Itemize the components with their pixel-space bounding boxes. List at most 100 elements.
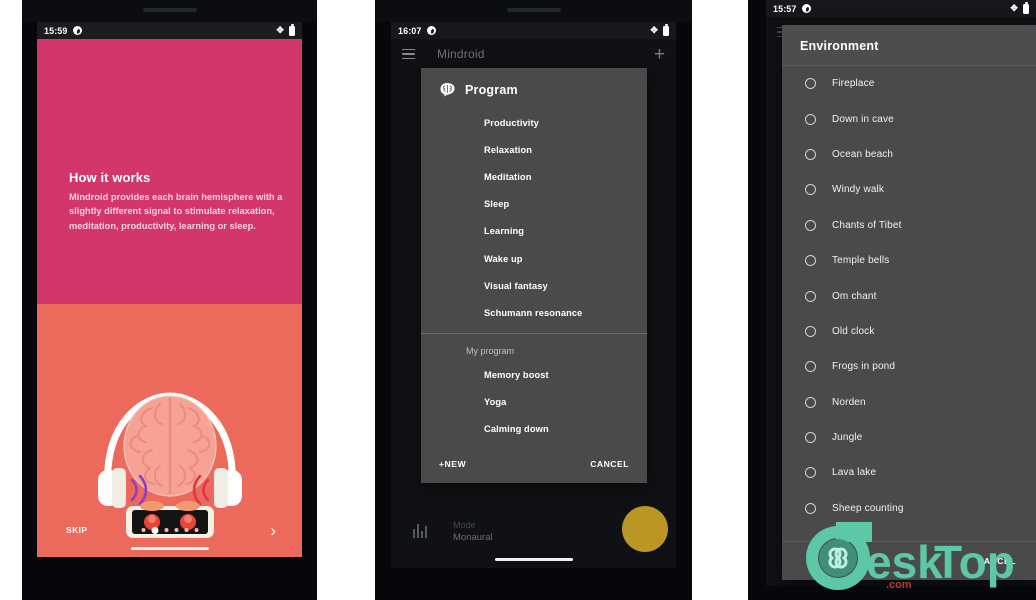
- radio-icon[interactable]: [805, 219, 816, 231]
- program-item-wake-up[interactable]: Wake up: [421, 245, 647, 272]
- program-dialog: Program Productivity Relaxation Meditati…: [421, 68, 647, 484]
- program-dialog-title: Program: [465, 82, 518, 97]
- environment-option-old-clock[interactable]: Old clock: [782, 314, 1036, 349]
- environment-option-ocean-beach[interactable]: Ocean beach: [782, 137, 1036, 172]
- phone-program-dialog: 16:07 ✥ Mindroid + Mode Monaural Program…: [375, 0, 692, 600]
- status-right: ✥: [650, 24, 669, 36]
- program-item-productivity[interactable]: Productivity: [421, 109, 647, 136]
- environment-option-lava-lake[interactable]: Lava lake: [782, 455, 1036, 490]
- hamburger-icon[interactable]: [402, 48, 415, 60]
- do-not-disturb-icon: [426, 26, 436, 35]
- phone3-screen: 15:57 ✥ + Environment: [766, 0, 1036, 586]
- page-dot[interactable]: [174, 528, 178, 532]
- phone-environment-dialog: 15:57 ✥ + Environment: [748, 0, 1036, 600]
- radio-icon[interactable]: [805, 255, 816, 267]
- skip-button[interactable]: SKIP: [66, 525, 87, 535]
- option-label: Chants of Tibet: [832, 219, 902, 231]
- phone3-status-bar: 15:57 ✥: [766, 0, 1036, 17]
- play-fab-button[interactable]: [622, 506, 668, 552]
- my-program-section-label: My program: [466, 345, 515, 356]
- option-label: Fireplace: [832, 78, 875, 90]
- home-indicator: [130, 547, 209, 550]
- program-item-relaxation[interactable]: Relaxation: [421, 136, 647, 163]
- environment-option-frogs-in-pond[interactable]: Frogs in pond: [782, 349, 1036, 384]
- radio-icon[interactable]: [805, 325, 816, 337]
- bluetooth-icon: ✥: [1010, 3, 1018, 13]
- cancel-button[interactable]: CANCEL: [590, 459, 629, 469]
- earpiece-speaker: [506, 8, 561, 12]
- environment-dialog-title: Environment: [782, 25, 1036, 66]
- environment-dialog: Environment Fireplace Down in cave Ocean…: [782, 25, 1036, 580]
- radio-icon[interactable]: [805, 113, 816, 125]
- program-item-meditation[interactable]: Meditation: [421, 163, 647, 190]
- environment-option-sheep-counting[interactable]: Sheep counting: [782, 491, 1036, 526]
- option-label: Down in cave: [832, 113, 894, 125]
- cancel-button[interactable]: CANCEL: [977, 556, 1016, 566]
- status-left: 16:07: [398, 26, 436, 36]
- program-list: Productivity Relaxation Meditation Sleep…: [421, 109, 647, 327]
- battery-icon: [1023, 2, 1029, 14]
- radio-icon[interactable]: [805, 502, 816, 514]
- phone2-status-bar: 16:07 ✥: [391, 22, 676, 39]
- environment-option-temple-bells[interactable]: Temple bells: [782, 243, 1036, 278]
- environment-option-down-in-cave[interactable]: Down in cave: [782, 101, 1036, 136]
- option-label: Norden: [832, 396, 866, 408]
- earpiece-speaker: [142, 8, 197, 12]
- radio-icon[interactable]: [805, 467, 816, 479]
- environment-option-fireplace[interactable]: Fireplace: [782, 66, 1036, 101]
- next-chevron-icon[interactable]: ›: [270, 522, 276, 539]
- environment-option-norden[interactable]: Norden: [782, 385, 1036, 420]
- program-item-learning[interactable]: Learning: [421, 218, 647, 245]
- environment-option-om-chant[interactable]: Om chant: [782, 278, 1036, 313]
- onboarding-footer: SKIP ›: [37, 519, 302, 541]
- radio-icon[interactable]: [805, 290, 816, 302]
- radio-icon[interactable]: [805, 396, 816, 408]
- battery-icon: [663, 24, 669, 36]
- phone2-bezel: [375, 0, 692, 22]
- bluetooth-icon: ✥: [650, 25, 658, 35]
- bluetooth-icon: ✥: [276, 25, 284, 35]
- my-program-item-calming-down[interactable]: Calming down: [421, 416, 647, 443]
- app-title: Mindroid: [437, 47, 485, 61]
- equalizer-icon: [413, 522, 427, 538]
- new-program-button[interactable]: +NEW: [439, 459, 466, 469]
- mode-value: Monaural: [453, 532, 493, 543]
- radio-icon[interactable]: [805, 78, 816, 90]
- page-dot-active[interactable]: [151, 526, 158, 534]
- program-item-sleep[interactable]: Sleep: [421, 191, 647, 218]
- brain-icon: [440, 83, 455, 97]
- environment-list: Fireplace Down in cave Ocean beach Windy…: [782, 66, 1036, 541]
- page-dot[interactable]: [194, 528, 198, 532]
- page-dot[interactable]: [184, 528, 188, 532]
- radio-icon[interactable]: [805, 361, 816, 373]
- environment-option-windy-walk[interactable]: Windy walk: [782, 172, 1036, 207]
- option-label: Lava lake: [832, 467, 877, 479]
- radio-icon[interactable]: [805, 148, 816, 160]
- page-dot[interactable]: [164, 528, 168, 532]
- option-label: Frogs in pond: [832, 361, 896, 373]
- onboarding-body: Mindroid provides each brain hemisphere …: [69, 192, 283, 231]
- page-dot[interactable]: [141, 528, 145, 532]
- phone1-status-bar: 15:59 ✥: [37, 22, 302, 39]
- page-indicator-dots: [141, 526, 198, 534]
- status-left: 15:57: [773, 4, 811, 14]
- option-label: Windy walk: [832, 184, 885, 196]
- phone1-screen: 15:59 ✥ How it works Mindroid provides e…: [37, 22, 302, 557]
- plus-icon[interactable]: +: [654, 45, 665, 64]
- phone1-bezel: [22, 0, 317, 22]
- my-program-item-yoga[interactable]: Yoga: [421, 389, 647, 416]
- program-item-schumann-resonance[interactable]: Schumann resonance: [421, 299, 647, 326]
- environment-option-jungle[interactable]: Jungle: [782, 420, 1036, 455]
- option-label: Temple bells: [832, 255, 890, 267]
- status-time: 15:57: [773, 3, 797, 14]
- radio-icon[interactable]: [805, 184, 816, 196]
- option-label: Om chant: [832, 290, 877, 302]
- brain-headphones-illustration: [97, 392, 242, 538]
- my-program-item-memory-boost[interactable]: Memory boost: [421, 362, 647, 389]
- environment-option-chants-of-tibet[interactable]: Chants of Tibet: [782, 208, 1036, 243]
- program-item-visual-fantasy[interactable]: Visual fantasy: [421, 272, 647, 299]
- option-label: Jungle: [832, 432, 863, 444]
- radio-icon[interactable]: [805, 432, 816, 444]
- environment-dialog-actions: CANCEL: [782, 541, 1036, 580]
- onboarding-top-panel: [37, 22, 302, 304]
